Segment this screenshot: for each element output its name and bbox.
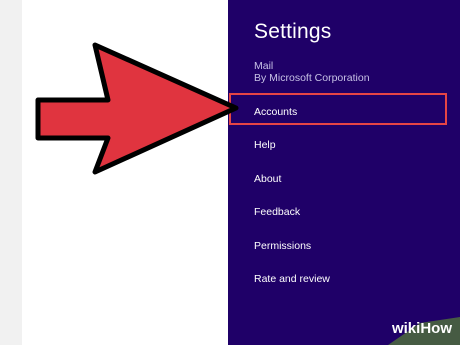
red-arrow-icon xyxy=(35,42,239,175)
watermark-text: wikiHow xyxy=(392,320,452,337)
wikihow-watermark: wikiHow xyxy=(368,315,460,345)
watermark-wiki: wiki xyxy=(391,320,421,337)
watermark-how: How xyxy=(420,320,452,337)
